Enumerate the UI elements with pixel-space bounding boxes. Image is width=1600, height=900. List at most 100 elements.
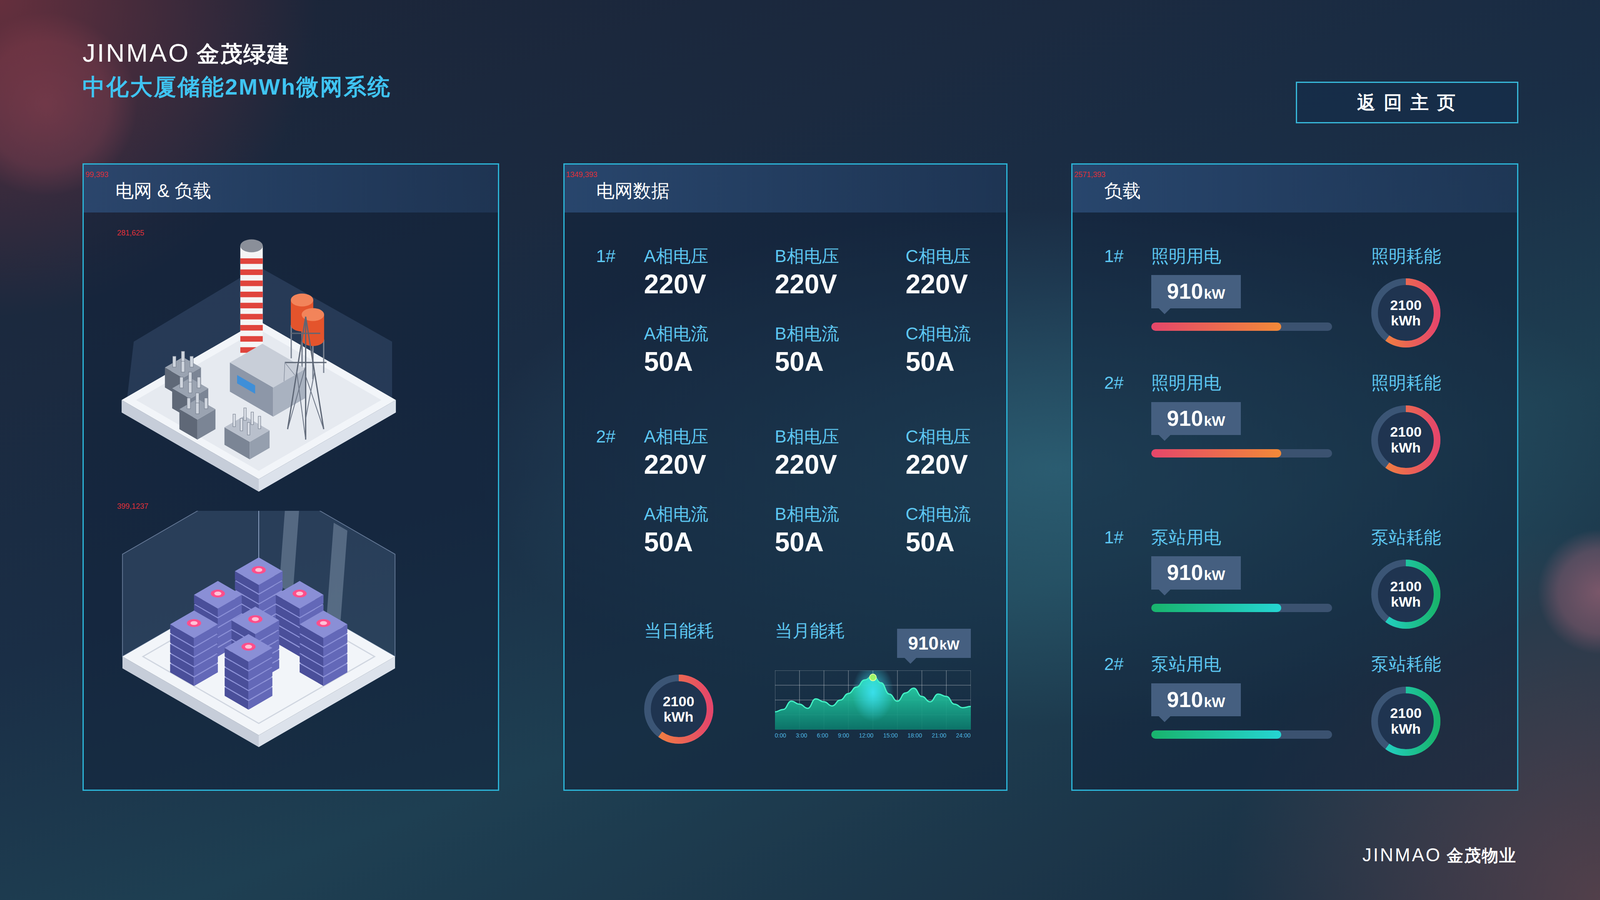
load-bar-fill [1151, 730, 1282, 739]
metric-value: 50A [644, 527, 775, 558]
chart-x-axis: 0:003:006:009:0012:0015:0018:0021:0024:0… [775, 732, 971, 740]
building-sign [237, 375, 255, 394]
grid-data-panel: 1349,393电网数据1#A相电压220VB相电压220VC相电压220VA相… [563, 163, 1008, 791]
gauge-reading: 2100kWh [1371, 278, 1441, 348]
energy-row: 当日能耗2100kWh当月能耗910kW0:003:006:009:0012:0… [596, 620, 994, 744]
metric-label: C相电流 [905, 323, 1037, 345]
axis-tick: 6:00 [816, 732, 828, 740]
metric-label: A相电压 [644, 245, 775, 267]
energy-gauge-column: 泵站耗能 2100kWh [1371, 653, 1472, 756]
chart-peak-point[interactable] [869, 674, 877, 681]
gauge-value: 2100 [662, 693, 695, 710]
monthly-label: 当月能耗 [775, 620, 845, 642]
axis-tick: 21:00 [931, 732, 947, 740]
metric-value: 220V [775, 269, 906, 300]
axis-tick: 3:00 [795, 732, 808, 740]
battery-storage-illustration [117, 510, 401, 755]
load-unit: kW [1203, 411, 1225, 430]
group-id: 2# [596, 426, 645, 558]
load-body: 1#照明用电910kW照明耗能2100kWh2#照明用电910kW照明耗能210… [1072, 212, 1518, 756]
gauge-reading: 2100kWh [1371, 686, 1441, 756]
metric-value: 50A [905, 527, 1037, 558]
insulator [250, 412, 254, 425]
gauge-value: 2100 [1390, 578, 1422, 595]
energy-gauge: 2100kWh [1371, 405, 1441, 475]
gauge-label: 泵站耗能 [1371, 653, 1442, 675]
metric: B相电压220V [775, 245, 906, 300]
load-number: 910 [1167, 404, 1204, 433]
load-row: 2#泵站用电910kW泵站耗能2100kWh [1104, 653, 1472, 756]
gauge-reading: 2100kWh [1371, 405, 1441, 475]
load-main: 照明用电910kW [1151, 245, 1372, 348]
battery-module [224, 633, 273, 670]
substation-illustration [117, 237, 401, 500]
load-bar [1151, 322, 1333, 331]
battery-module [299, 610, 348, 647]
dashboard-page: JINMAO金茂绿建中化大厦储能2MWh微网系统返 回 主 页99,393电网 … [0, 0, 1600, 900]
figure: 281,625 [83, 229, 498, 500]
home-button[interactable]: 返 回 主 页 [1295, 81, 1519, 124]
transformer-body [179, 398, 216, 440]
energy-gauge-column: 照明耗能2100kWh [1371, 245, 1472, 348]
panel-header: 99,393电网 & 负载 [83, 164, 498, 213]
load-number: 910 [1167, 685, 1204, 715]
load-main: 泵站用电910kW [1151, 527, 1372, 629]
gauge-unit: kWh [1390, 312, 1421, 329]
gauge-unit: kWh [1390, 721, 1421, 737]
platform [121, 320, 396, 492]
glass-wall [122, 510, 259, 657]
group-id: 1# [596, 245, 645, 378]
load-unit: kW [1203, 284, 1225, 303]
logo-name: 金茂物业 [1446, 845, 1517, 866]
load-value: 910kW [1151, 402, 1241, 436]
gauge-label: 泵站耗能 [1371, 527, 1442, 548]
metric-label: C相电压 [905, 426, 1037, 448]
gauge-unit: kWh [1390, 594, 1421, 610]
load-number: 910 [1167, 277, 1204, 306]
coordinate-note: 99,393 [85, 170, 467, 180]
load-label: 泵站用电 [1151, 653, 1222, 675]
gauge-reading: 2100kWh [644, 674, 714, 744]
figure: 399,1237 [83, 502, 498, 755]
panel-title: 电网 & 负载 [115, 179, 467, 203]
logo-name: 金茂绿建 [196, 40, 290, 68]
metric-group: 1#A相电压220VB相电压220VC相电压220VA相电流50AB相电流50A… [596, 245, 994, 378]
figure-body: 281,625399,1237 [83, 212, 498, 790]
daily-label: 当日能耗 [644, 620, 715, 642]
load-id: 1# [1104, 245, 1152, 348]
metric-label: A相电流 [644, 323, 775, 345]
energy-gauge-column: 照明耗能2100kWh [1371, 372, 1472, 475]
metric-value: 50A [775, 346, 906, 378]
load-value: 910kW [1151, 556, 1241, 590]
load-value: 910kW [1151, 275, 1241, 309]
load-row: 1#泵站用电910kW泵站耗能2100kWh [1104, 527, 1472, 629]
metric-label: A相电流 [644, 503, 775, 525]
metric: A相电流50A [644, 503, 775, 558]
brand-logo: JINMAO金茂绿建 [82, 37, 392, 69]
daily-gauge: 2100kWh [644, 674, 714, 744]
load-bar [1151, 730, 1333, 739]
monthly-energy: 当月能耗910kW0:003:006:009:0012:0015:0018:00… [775, 620, 971, 744]
metric-label: B相电压 [775, 426, 906, 448]
metric-value: 50A [775, 527, 906, 558]
metric: B相电压220V [775, 426, 906, 481]
load-id: 2# [1104, 372, 1152, 475]
tooltip-unit: kW [939, 636, 960, 655]
battery-stack [224, 633, 273, 710]
battery-indicator [241, 642, 256, 651]
insulator [232, 414, 236, 427]
platform-track [142, 589, 375, 724]
axis-tick: 24:00 [955, 732, 971, 740]
monthly-head: 当月能耗 910kW [775, 620, 971, 658]
metric-label: C相电压 [905, 245, 1037, 267]
switchgear [224, 415, 270, 460]
grid-load-panel: 99,393电网 & 负载281,625399,1237 [82, 163, 500, 791]
tooltip-value: 910 [907, 631, 939, 655]
metric: A相电压220V [644, 426, 775, 481]
platform-inset [136, 329, 382, 471]
metric-value: 220V [644, 449, 775, 481]
glass-reflection [327, 522, 348, 621]
load-value: 910kW [1151, 683, 1241, 717]
insulator [247, 422, 250, 435]
battery-module [235, 557, 283, 594]
